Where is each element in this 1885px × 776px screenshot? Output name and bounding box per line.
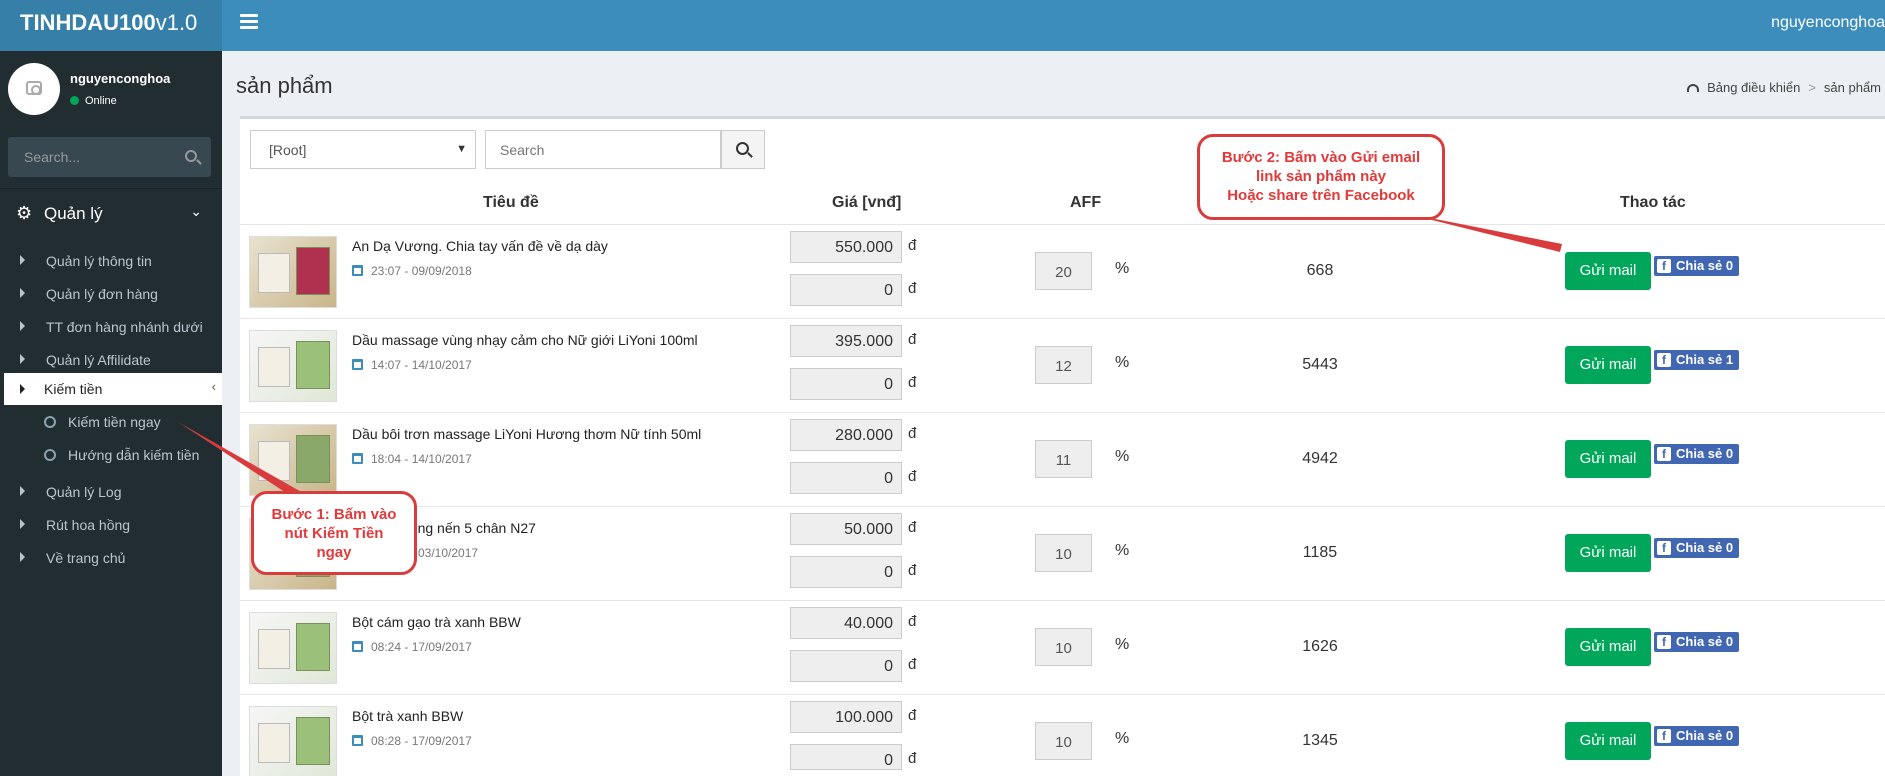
callout-step-1-line-3: ngay bbox=[316, 544, 352, 561]
arrow-to-kiem-tien-ngay bbox=[178, 422, 305, 502]
callout-step-2-line-1: Bước 2: Bấm vào Gửi email bbox=[1221, 149, 1421, 166]
callout-step-1-line-1: Bước 1: Bấm vào bbox=[271, 506, 397, 523]
callout-step-2-line-2: link sản phẩm này bbox=[1255, 168, 1387, 185]
callout-step-1: Bước 1: Bấm vào nút Kiếm Tiền ngay bbox=[251, 491, 417, 575]
callout-step-2: Bước 2: Bấm vào Gửi email link sản phẩm … bbox=[1197, 134, 1445, 220]
callout-step-1-line-2: nút Kiếm Tiền bbox=[284, 525, 384, 542]
callout-step-2-line-3: Hoặc share trên Facebook bbox=[1227, 187, 1415, 204]
annotation-arrows bbox=[178, 212, 1562, 502]
